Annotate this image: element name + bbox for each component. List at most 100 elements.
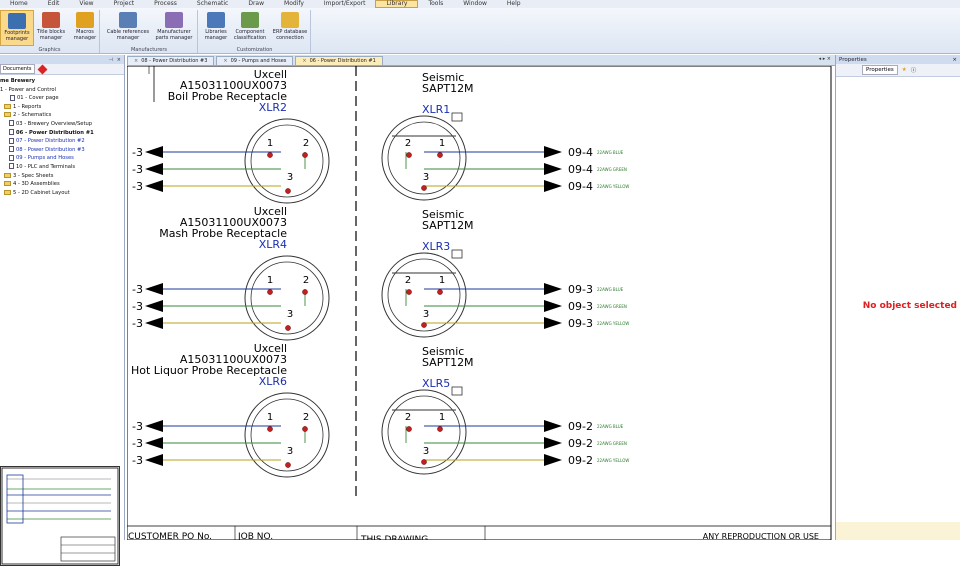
pin-dot: [302, 152, 308, 158]
right-wire-arrow: [544, 146, 562, 158]
page-icon: [9, 163, 14, 170]
close-icon[interactable]: ×: [117, 57, 121, 63]
left-wire-label: -3: [132, 317, 143, 330]
macros-manager-button[interactable]: Macros manager: [68, 10, 102, 46]
info-icon[interactable]: ⓘ: [911, 66, 917, 74]
tree-item-label: 2 - Schematics: [13, 112, 52, 119]
right-part-label: SAPT12M: [422, 219, 474, 232]
footprints-icon: [8, 13, 26, 29]
doc-tab[interactable]: × 06 - Power Distribution #1: [295, 56, 383, 65]
pin-dot: [406, 152, 412, 158]
tree-item[interactable]: me Brewery: [0, 77, 124, 86]
pin-number: 3: [287, 309, 293, 320]
menu-library[interactable]: Library: [375, 0, 419, 8]
tree-item[interactable]: 08 - Power Distribution #3: [0, 146, 124, 155]
title-blocks-manager-button[interactable]: Title blocks manager: [34, 10, 68, 46]
menu-schematic[interactable]: Schematic: [187, 0, 238, 8]
menu-home[interactable]: Home: [0, 0, 38, 8]
pin-number: 2: [303, 275, 309, 286]
tree-item[interactable]: 07 - Power Distribution #2: [0, 137, 124, 146]
tree-item-label: 10 - PLC and Terminals: [16, 163, 76, 170]
tree-item[interactable]: 1 - Power and Control: [0, 86, 124, 95]
tree-item[interactable]: 06 - Power Distribution #1: [0, 129, 124, 138]
menu-process[interactable]: Process: [144, 0, 187, 8]
footprints-manager-button[interactable]: Footprints manager: [0, 10, 34, 46]
pin-dot: [437, 152, 443, 158]
pin-icon[interactable]: ⊣: [108, 57, 112, 63]
component-classification-button[interactable]: Component classification: [231, 10, 269, 46]
star-icon[interactable]: ★: [902, 67, 907, 73]
right-wire-arrow: [544, 180, 562, 192]
pin-dot: [437, 426, 443, 432]
menu-window[interactable]: Window: [453, 0, 497, 8]
page-icon: [9, 129, 14, 136]
menu-modify[interactable]: Modify: [274, 0, 314, 8]
tree-item[interactable]: 5 - 2D Cabinet Layout: [0, 189, 124, 198]
page-icon: [9, 146, 14, 153]
doc-tab[interactable]: × 09 - Pumps and Hoses: [216, 56, 294, 65]
wire-color-label: 22AWG YELLOW: [597, 458, 629, 463]
pin-dot: [285, 462, 291, 468]
doc-tab[interactable]: × 08 - Power Distribution #3: [127, 56, 215, 65]
tree-item[interactable]: 01 - Cover page: [0, 94, 124, 103]
pin-dot: [302, 289, 308, 295]
pin-number: 1: [439, 138, 445, 149]
tab-controls[interactable]: ◂ ▸ ×: [819, 56, 831, 62]
manufacturer-parts-manager-button[interactable]: Manufacturer parts manager: [153, 10, 195, 46]
doc-tab-label: 08 - Power Distribution #3: [141, 58, 208, 64]
erp-database-connection-button[interactable]: ERP database connection: [271, 10, 309, 46]
title-block-icon: [42, 12, 60, 28]
menu-project[interactable]: Project: [104, 0, 145, 8]
page-icon: [9, 154, 14, 161]
left-wire-label: -3: [132, 146, 143, 159]
tree-item-label: 5 - 2D Cabinet Layout: [13, 189, 70, 196]
title-block-customer-po: CUSTOMER PO No.: [128, 532, 212, 540]
left-wire-arrow: [145, 146, 163, 158]
tree-item[interactable]: 09 - Pumps and Hoses: [0, 154, 124, 163]
menu-edit[interactable]: Edit: [38, 0, 70, 8]
tab-close-icon[interactable]: ×: [302, 57, 306, 65]
right-connector-inner: [387, 395, 461, 469]
tree-item[interactable]: 03 - Brewery Overview/Setup: [0, 120, 124, 129]
right-part-label: SAPT12M: [422, 356, 474, 369]
right-tag-label: XLR3: [422, 240, 450, 253]
left-wire-label: -3: [132, 437, 143, 450]
parts-icon: [165, 12, 183, 28]
tree-item[interactable]: 2 - Schematics: [0, 111, 124, 120]
wire-color-label: 22AWG BLUE: [597, 150, 624, 155]
menu-tools[interactable]: Tools: [418, 0, 453, 8]
close-icon[interactable]: ×: [952, 57, 957, 63]
menu-import-export[interactable]: Import/Export: [314, 0, 376, 8]
properties-footer: [836, 522, 960, 540]
schematic-canvas[interactable]: CUSTOMER PO No. JOB NO. THIS DRAWING ANY RE…: [127, 66, 835, 540]
ribbon-group-label: Customization: [236, 47, 273, 53]
documents-tab[interactable]: Documents: [0, 64, 35, 74]
tree-item[interactable]: 3 - Spec Sheets: [0, 172, 124, 181]
right-connector-latch: [451, 249, 463, 259]
wire-color-label: 22AWG YELLOW: [597, 184, 629, 189]
menu-draw[interactable]: Draw: [238, 0, 274, 8]
folder-icon: [4, 189, 11, 195]
menu-view[interactable]: View: [69, 0, 103, 8]
properties-tab[interactable]: Properties: [862, 65, 898, 75]
component-icon[interactable]: [37, 64, 47, 74]
tree-item[interactable]: 4 - 3D Assemblies: [0, 180, 124, 189]
libraries-manager-button[interactable]: Libraries manager: [199, 10, 233, 46]
right-connector-latch: [451, 112, 463, 122]
pin-number: 3: [423, 446, 429, 457]
page-icon: [9, 120, 14, 127]
tree-item[interactable]: 1 - Reports: [0, 103, 124, 112]
tab-close-icon[interactable]: ×: [223, 57, 227, 65]
tree-item[interactable]: 10 - PLC and Terminals: [0, 163, 124, 172]
tab-close-icon[interactable]: ×: [134, 57, 138, 65]
cable-references-manager-button[interactable]: Cable references manager: [105, 10, 151, 46]
wire-color-label: 22AWG GREEN: [597, 304, 627, 309]
pin-dot: [421, 459, 427, 465]
ribbon-group-manufacturers: Cable references manager Manufacturer pa…: [101, 10, 198, 53]
schematic-drawing[interactable]: CUSTOMER PO No. JOB NO. THIS DRAWING ANY RE…: [127, 66, 835, 540]
pin-number: 2: [303, 412, 309, 423]
drawing-thumbnail[interactable]: [0, 466, 120, 566]
right-tag-label: XLR5: [422, 377, 450, 390]
menu-help[interactable]: Help: [497, 0, 531, 8]
wire-color-label: 22AWG GREEN: [597, 441, 627, 446]
